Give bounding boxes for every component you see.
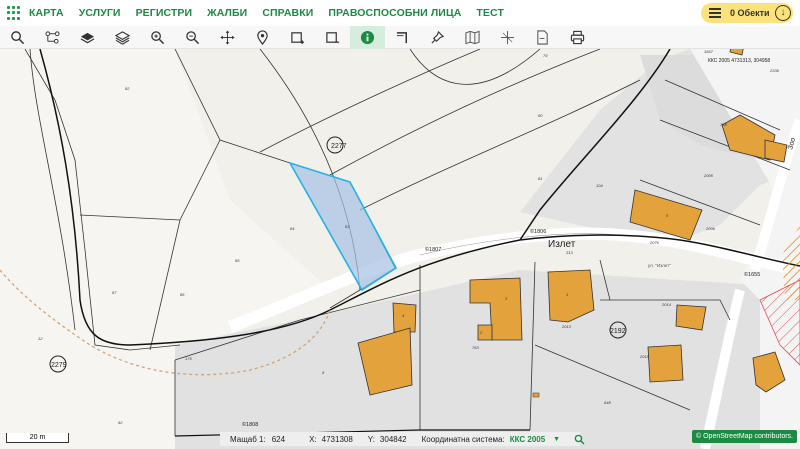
- map-label: 80: [538, 113, 543, 118]
- map-label: 1667: [704, 49, 714, 54]
- map-icon[interactable]: [455, 26, 490, 49]
- measure-icon[interactable]: [35, 26, 70, 49]
- scale-bar: 20 m: [6, 433, 69, 443]
- map-label: 81: [538, 176, 542, 181]
- parcel-label-2192: 2192: [610, 328, 626, 335]
- search-icon[interactable]: [0, 26, 35, 49]
- nav-item-zhalbi[interactable]: ЖАЛБИ: [207, 7, 247, 19]
- map-label: 104: [596, 183, 603, 188]
- deselect-box-icon[interactable]: [315, 26, 350, 49]
- chevron-down-icon[interactable]: ▼: [553, 436, 560, 443]
- map-label: 79: [543, 53, 548, 58]
- y-label: Y:: [367, 434, 375, 444]
- map-label: 2014: [661, 302, 672, 307]
- objects-button[interactable]: 0 Обекти ↓: [701, 3, 793, 23]
- street-label-small: ул. "Излет": [648, 263, 671, 268]
- cadastral-map[interactable]: 2277 2279 2192 Излет ул. "Излет" ©1807 ©…: [0, 49, 800, 449]
- map-label: 2076: [649, 240, 660, 245]
- map-label: 728: [720, 122, 727, 127]
- map-label: 313: [566, 250, 573, 255]
- corner-select-icon[interactable]: [385, 26, 420, 49]
- map-label: 85: [235, 258, 240, 263]
- x-label: X:: [309, 434, 317, 444]
- menu-icon: [709, 6, 721, 20]
- info-icon[interactable]: [350, 25, 385, 49]
- map-label: 86: [180, 292, 185, 297]
- point-label-1808: ©1808: [242, 421, 258, 428]
- nav-item-pravosposobni-lica[interactable]: ПРАВОСПОСОБНИ ЛИЦА: [328, 7, 461, 19]
- nav-item-uslugi[interactable]: УСЛУГИ: [79, 7, 121, 19]
- scale-label: Мащаб 1:: [230, 434, 266, 444]
- y-value: 304842: [379, 434, 407, 444]
- map-label: 648: [604, 400, 611, 405]
- zoom-out-icon[interactable]: [175, 26, 210, 49]
- map-label: 2336: [769, 68, 780, 73]
- pin-tool-icon[interactable]: [420, 26, 455, 49]
- nav-item-karta[interactable]: КАРТА: [29, 7, 64, 19]
- arrow-down-icon: ↓: [775, 5, 791, 21]
- objects-count-label: 0 Обекти: [730, 8, 770, 18]
- crosshair-icon[interactable]: [490, 26, 525, 49]
- crs-select[interactable]: ККС 2005: [510, 435, 545, 444]
- map-label: 2005: [703, 173, 714, 178]
- scale-value: 624: [271, 434, 286, 444]
- map-toolbar: [0, 25, 800, 49]
- x-value: 4731308: [321, 434, 353, 444]
- layers-icon[interactable]: [70, 26, 105, 49]
- point-label-1655: ©1655: [744, 271, 760, 278]
- zoom-in-icon[interactable]: [140, 26, 175, 49]
- attribution-text: © OpenStreetMap contributors.: [696, 433, 793, 440]
- top-nav: КАРТА УСЛУГИ РЕГИСТРИ ЖАЛБИ СПРАВКИ ПРАВ…: [0, 0, 800, 26]
- map-label: 82: [125, 86, 130, 91]
- map-label: 1: [566, 292, 568, 297]
- nav-item-registri[interactable]: РЕГИСТРИ: [136, 7, 193, 19]
- point-label-1807: ©1807: [425, 246, 441, 253]
- map-label: 2015: [639, 354, 650, 359]
- apps-grid-icon[interactable]: [7, 6, 21, 20]
- street-name: Излет: [548, 239, 576, 250]
- parcel-label-2277: 2277: [331, 143, 347, 150]
- map-label: 92: [118, 420, 123, 425]
- map-label: 2013: [561, 324, 572, 329]
- search-icon[interactable]: [574, 434, 585, 445]
- nav-item-spravki[interactable]: СПРАВКИ: [262, 7, 313, 19]
- map-label: 12: [38, 336, 43, 341]
- nav-item-test[interactable]: ТЕСТ: [476, 7, 504, 19]
- map-label: 87: [112, 290, 117, 295]
- pan-icon[interactable]: [210, 26, 245, 49]
- map-label: 763: [472, 345, 479, 350]
- status-bar: Мащаб 1: 624 X: 4731308 Y: 304842 Коорди…: [220, 432, 585, 446]
- map-label: 83: [345, 224, 350, 229]
- crs-label: Координатна система:: [421, 434, 505, 444]
- parcel-label-2279: 2279: [51, 362, 67, 369]
- select-box-icon[interactable]: [280, 26, 315, 49]
- map-label: 2006: [705, 226, 716, 231]
- osm-attribution[interactable]: © OpenStreetMap contributors.: [692, 430, 797, 443]
- map-canvas[interactable]: 2277 2279 2192 Излет ул. "Излет" ©1807 ©…: [0, 49, 800, 449]
- layers-stack-icon[interactable]: [105, 26, 140, 49]
- map-label: 84: [290, 226, 295, 231]
- document-icon[interactable]: [525, 26, 560, 49]
- pin-icon[interactable]: [245, 26, 280, 49]
- map-label: 175: [185, 356, 192, 361]
- point-label-1806: ©1806: [530, 228, 546, 235]
- top-right-coords: ККС 2005 4731313, 304958: [708, 58, 770, 64]
- print-icon[interactable]: [560, 26, 595, 49]
